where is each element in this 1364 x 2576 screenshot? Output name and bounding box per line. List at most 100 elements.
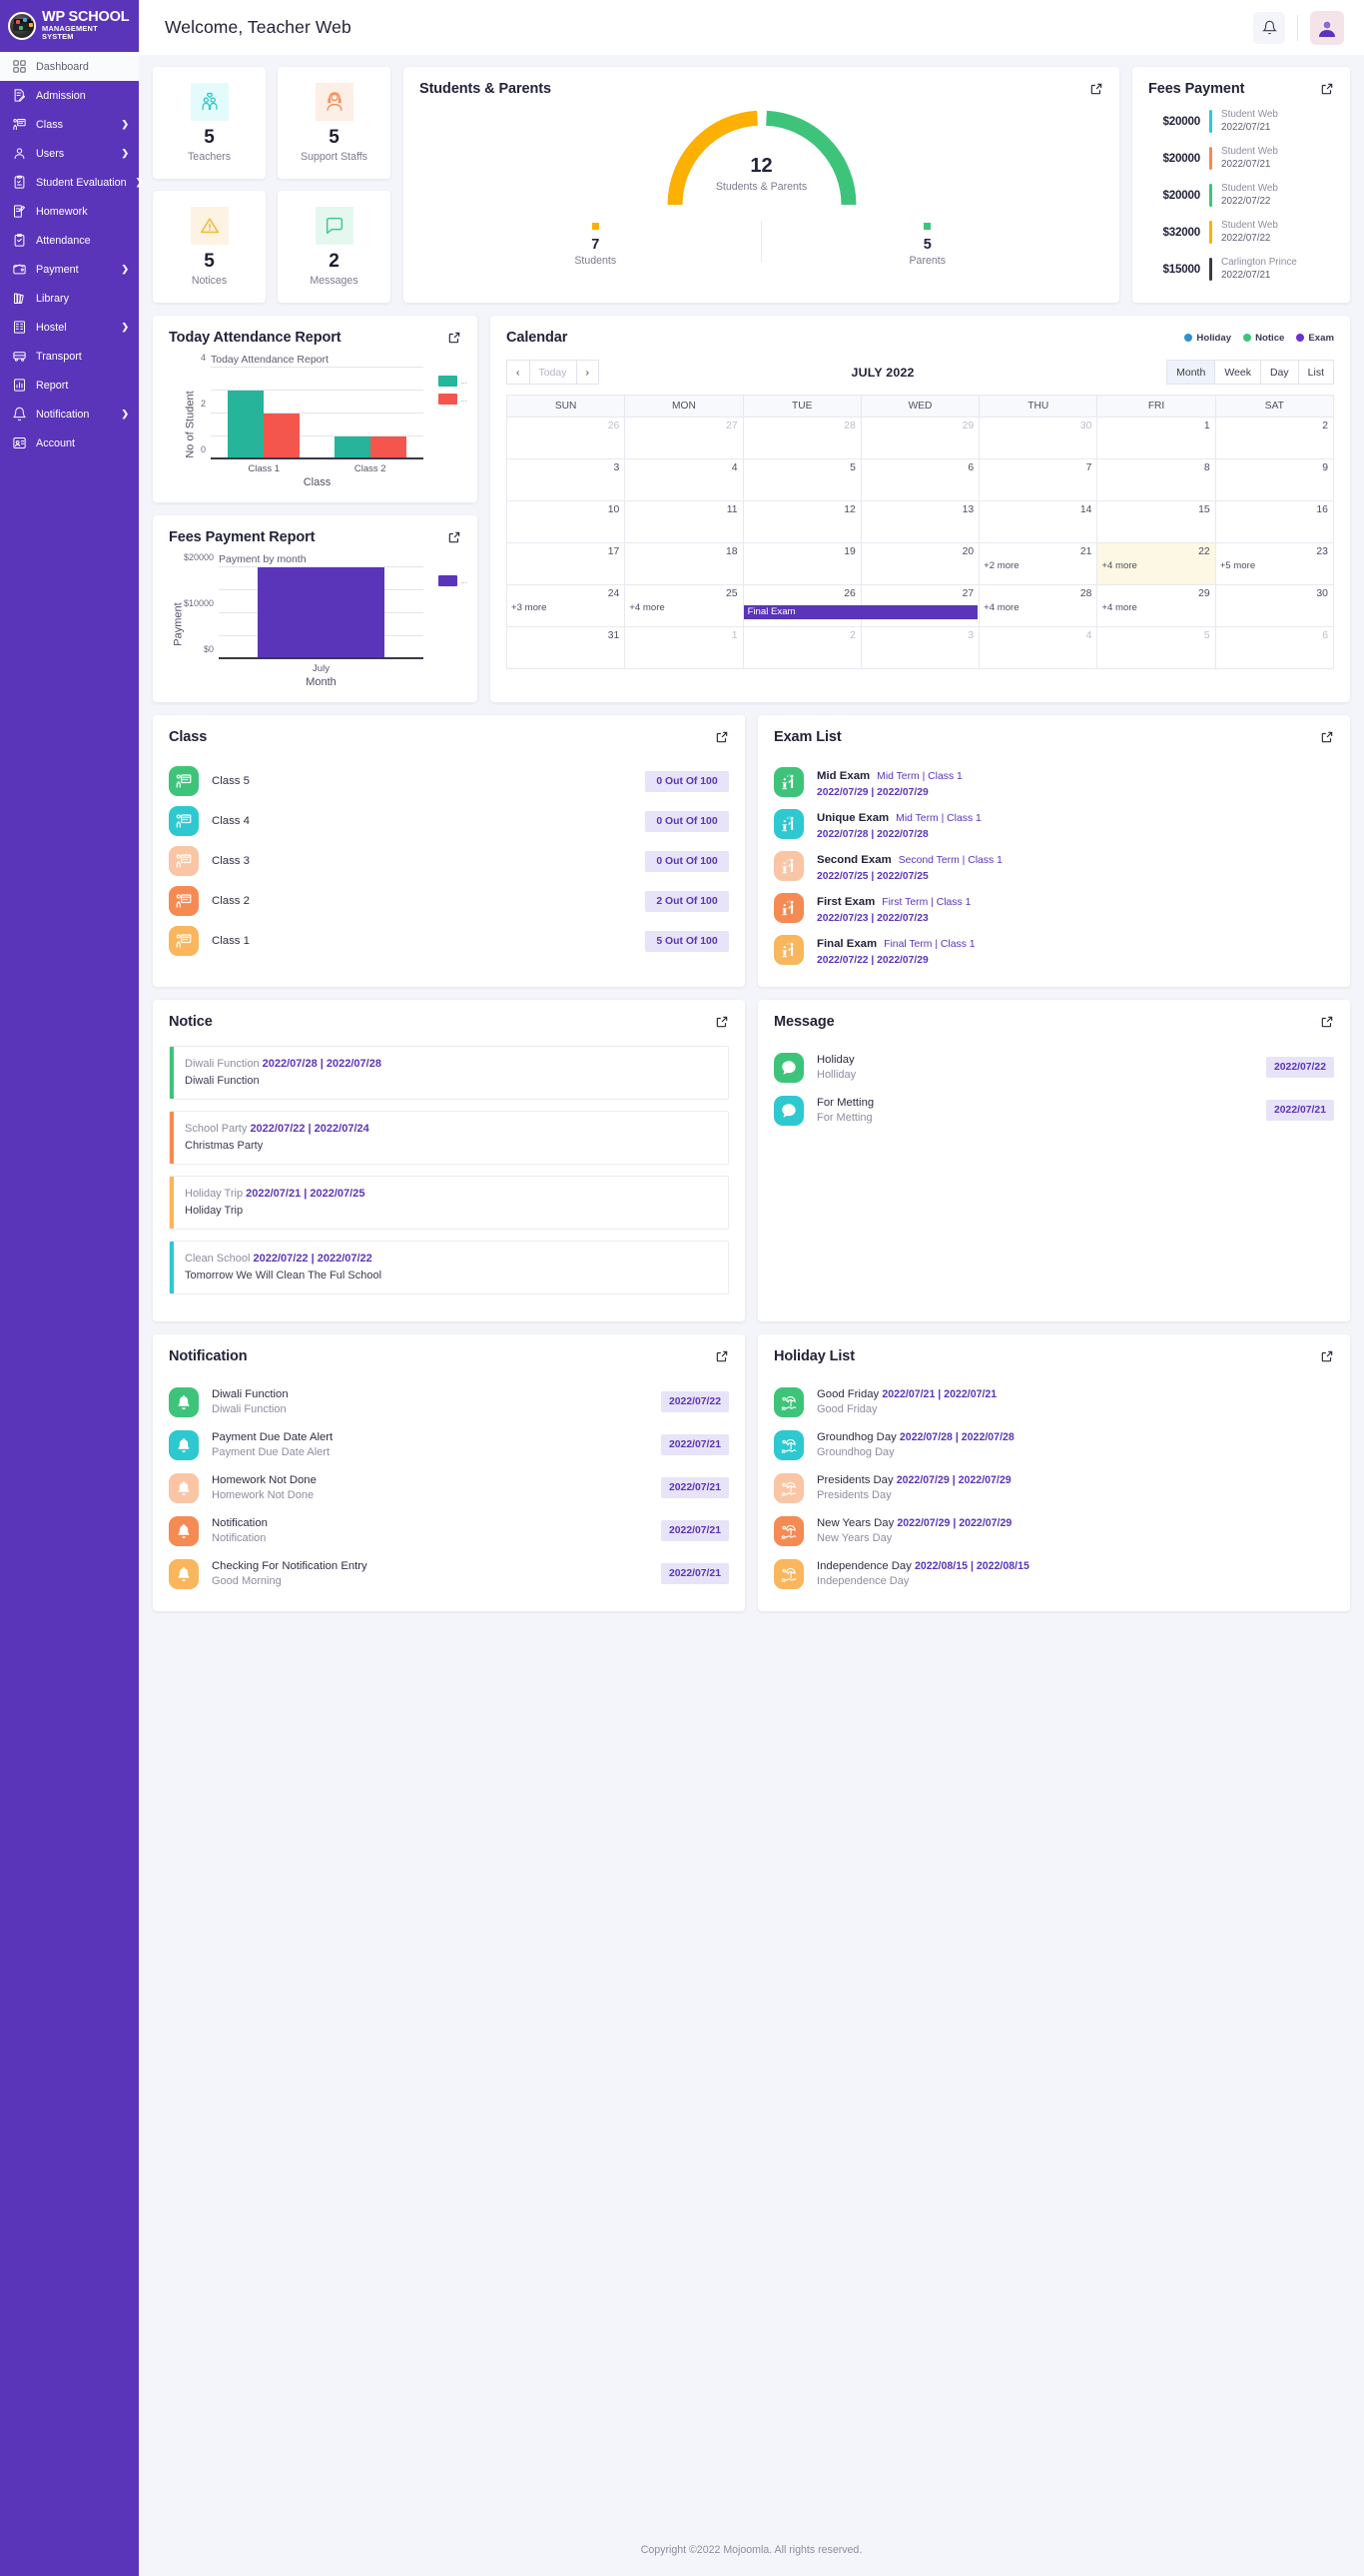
calendar-day-cell[interactable]: 30 — [980, 418, 1098, 459]
calendar-today-button[interactable]: Today — [528, 360, 577, 385]
notification-bell-button[interactable] — [1253, 11, 1285, 44]
calendar-day-cell[interactable]: 9 — [1215, 459, 1333, 501]
calendar-prev-button[interactable]: ‹ — [506, 360, 530, 385]
fees-payment-row[interactable]: $20000 Student Web 2022/07/22 — [1132, 177, 1350, 214]
calendar-day-cell[interactable]: 12 — [743, 501, 862, 543]
sidebar-item-library[interactable]: Library — [0, 284, 139, 313]
stat-tile-messages[interactable]: 2 Messages — [278, 191, 390, 303]
stat-tile-teachers[interactable]: 5 Teachers — [153, 67, 266, 179]
holiday-row[interactable]: Good Friday 2022/07/21 | 2022/07/21 Good… — [774, 1380, 1334, 1423]
calendar-day-cell[interactable]: 6 — [1215, 627, 1333, 669]
calendar-view-week[interactable]: Week — [1214, 360, 1261, 385]
fees-payment-row[interactable]: $32000 Student Web 2022/07/22 — [1132, 214, 1350, 251]
external-link-icon[interactable] — [1320, 1349, 1334, 1363]
fees-payment-row[interactable]: $20000 Student Web 2022/07/21 — [1132, 140, 1350, 177]
external-link-icon[interactable] — [1089, 82, 1103, 96]
calendar-more-link[interactable]: +3 more — [507, 602, 619, 613]
calendar-day-cell[interactable]: 20 — [861, 543, 981, 585]
calendar-day-cell[interactable]: 5 — [1097, 627, 1216, 669]
external-link-icon[interactable] — [715, 1015, 729, 1029]
calendar-day-cell[interactable]: 14 — [980, 501, 1098, 543]
sidebar-item-hostel[interactable]: Hostel ❯ — [0, 313, 139, 342]
calendar-day-cell[interactable]: 16 — [1215, 501, 1333, 543]
calendar-day-cell[interactable]: 18 — [625, 543, 744, 585]
calendar-day-cell[interactable]: 23 +5 more — [1215, 543, 1333, 585]
calendar-view-list[interactable]: List — [1297, 360, 1334, 385]
sidebar-item-notification[interactable]: Notification ❯ — [0, 400, 139, 429]
bar[interactable] — [334, 436, 370, 459]
calendar-day-cell[interactable]: 7 — [980, 459, 1098, 501]
calendar-more-link[interactable]: +4 more — [1097, 602, 1209, 613]
calendar-day-cell[interactable]: 4 — [980, 627, 1098, 669]
external-link-icon[interactable] — [1320, 82, 1334, 96]
calendar-more-link[interactable]: +4 more — [980, 602, 1091, 613]
class-row[interactable]: Class 1 5 Out Of 100 — [169, 921, 729, 961]
class-row[interactable]: Class 5 0 Out Of 100 — [169, 761, 729, 801]
brand[interactable]: WP SCHOOL MANAGEMENT SYSTEM — [0, 0, 139, 52]
notification-row[interactable]: Payment Due Date Alert Payment Due Date … — [169, 1423, 729, 1466]
fees-payment-row[interactable]: $20000 Student Web 2022/07/21 — [1132, 103, 1350, 140]
external-link-icon[interactable] — [715, 730, 729, 744]
chart-legend-item[interactable]: ... — [438, 394, 467, 405]
sidebar-item-student-evaluation[interactable]: Student Evaluation ❯ — [0, 168, 143, 197]
calendar-day-cell[interactable]: 4 — [625, 459, 744, 501]
bar[interactable] — [264, 414, 301, 459]
calendar-day-cell[interactable]: 15 — [1097, 501, 1216, 543]
sidebar-item-attendance[interactable]: Attendance — [0, 226, 139, 255]
external-link-icon[interactable] — [715, 1349, 729, 1363]
calendar-more-link[interactable]: +4 more — [1097, 560, 1209, 571]
external-link-icon[interactable] — [447, 331, 461, 345]
calendar-day-cell[interactable]: 21 +2 more — [980, 543, 1098, 585]
holiday-row[interactable]: Independence Day 2022/08/15 | 2022/08/15… — [774, 1552, 1334, 1595]
sidebar-item-homework[interactable]: Homework — [0, 197, 139, 226]
notice-item[interactable]: Clean School 2022/07/22 | 2022/07/22 Tom… — [169, 1241, 729, 1295]
sidebar-item-payment[interactable]: Payment ❯ — [0, 255, 139, 284]
sidebar-item-transport[interactable]: Transport — [0, 342, 139, 371]
exam-row[interactable]: Second Exam Second Term | Class 1 2022/07… — [774, 845, 1334, 887]
calendar-view-day[interactable]: Day — [1259, 360, 1299, 385]
calendar-day-cell[interactable]: 2 — [1215, 418, 1333, 459]
class-row[interactable]: Class 2 2 Out Of 100 — [169, 881, 729, 921]
calendar-day-cell[interactable]: 17 — [507, 543, 626, 585]
calendar-day-cell[interactable]: 10 — [507, 501, 626, 543]
notification-row[interactable]: Diwali Function Diwali Function 2022/07/… — [169, 1380, 729, 1423]
calendar-day-cell[interactable]: 3 — [507, 459, 626, 501]
calendar-day-cell[interactable]: 6 — [861, 459, 981, 501]
fees-payment-row[interactable]: $15000 Carlington Prince 2022/07/21 — [1132, 251, 1350, 288]
external-link-icon[interactable] — [1320, 1015, 1334, 1029]
calendar-day-cell[interactable]: 30 — [1215, 585, 1333, 627]
calendar-day-cell[interactable]: 28 — [743, 418, 862, 459]
calendar-day-cell[interactable]: 27 — [625, 418, 744, 459]
calendar-day-cell[interactable]: 25 +4 more — [625, 585, 744, 627]
bar[interactable] — [228, 391, 265, 459]
calendar-day-cell[interactable]: 29 — [861, 418, 981, 459]
calendar-day-cell[interactable]: 24 +3 more — [507, 585, 626, 627]
sidebar-item-report[interactable]: Report — [0, 371, 139, 400]
stat-tile-support-staffs[interactable]: 5 Support Staffs — [278, 67, 390, 179]
calendar-day-cell[interactable]: 22 +4 more — [1097, 543, 1216, 585]
stat-tile-notices[interactable]: 5 Notices — [153, 191, 266, 303]
class-row[interactable]: Class 3 0 Out Of 100 — [169, 841, 729, 881]
notice-item[interactable]: Holiday Trip 2022/07/21 | 2022/07/25 Hol… — [169, 1176, 729, 1231]
calendar-day-cell[interactable]: 19 — [743, 543, 862, 585]
bar[interactable] — [257, 567, 385, 659]
calendar-day-cell[interactable]: 11 — [625, 501, 744, 543]
calendar-day-cell[interactable]: 29 +4 more — [1097, 585, 1216, 627]
calendar-more-link[interactable]: +5 more — [1216, 560, 1328, 571]
external-link-icon[interactable] — [1320, 730, 1334, 744]
calendar-day-cell[interactable]: 26 Final Exam — [743, 585, 979, 627]
calendar-day-cell[interactable]: 1 — [625, 627, 744, 669]
calendar-day-cell[interactable]: 2 — [743, 627, 862, 669]
external-link-icon[interactable] — [447, 530, 461, 544]
sidebar-item-account[interactable]: Account — [0, 429, 139, 457]
calendar-day-cell[interactable]: 5 — [743, 459, 862, 501]
sidebar-item-dashboard[interactable]: Dashboard — [0, 52, 139, 81]
exam-row[interactable]: Mid Exam Mid Term | Class 1 2022/07/29 | … — [774, 761, 1334, 803]
class-row[interactable]: Class 4 0 Out Of 100 — [169, 801, 729, 841]
calendar-day-cell[interactable]: 1 — [1097, 418, 1216, 459]
holiday-row[interactable]: New Years Day 2022/07/29 | 2022/07/29 Ne… — [774, 1509, 1334, 1552]
notification-row[interactable]: Homework Not Done Homework Not Done 2022… — [169, 1466, 729, 1509]
holiday-row[interactable]: Presidents Day 2022/07/29 | 2022/07/29 P… — [774, 1466, 1334, 1509]
exam-row[interactable]: Unique Exam Mid Term | Class 1 2022/07/28… — [774, 803, 1334, 845]
sidebar-item-admission[interactable]: Admission — [0, 81, 139, 110]
